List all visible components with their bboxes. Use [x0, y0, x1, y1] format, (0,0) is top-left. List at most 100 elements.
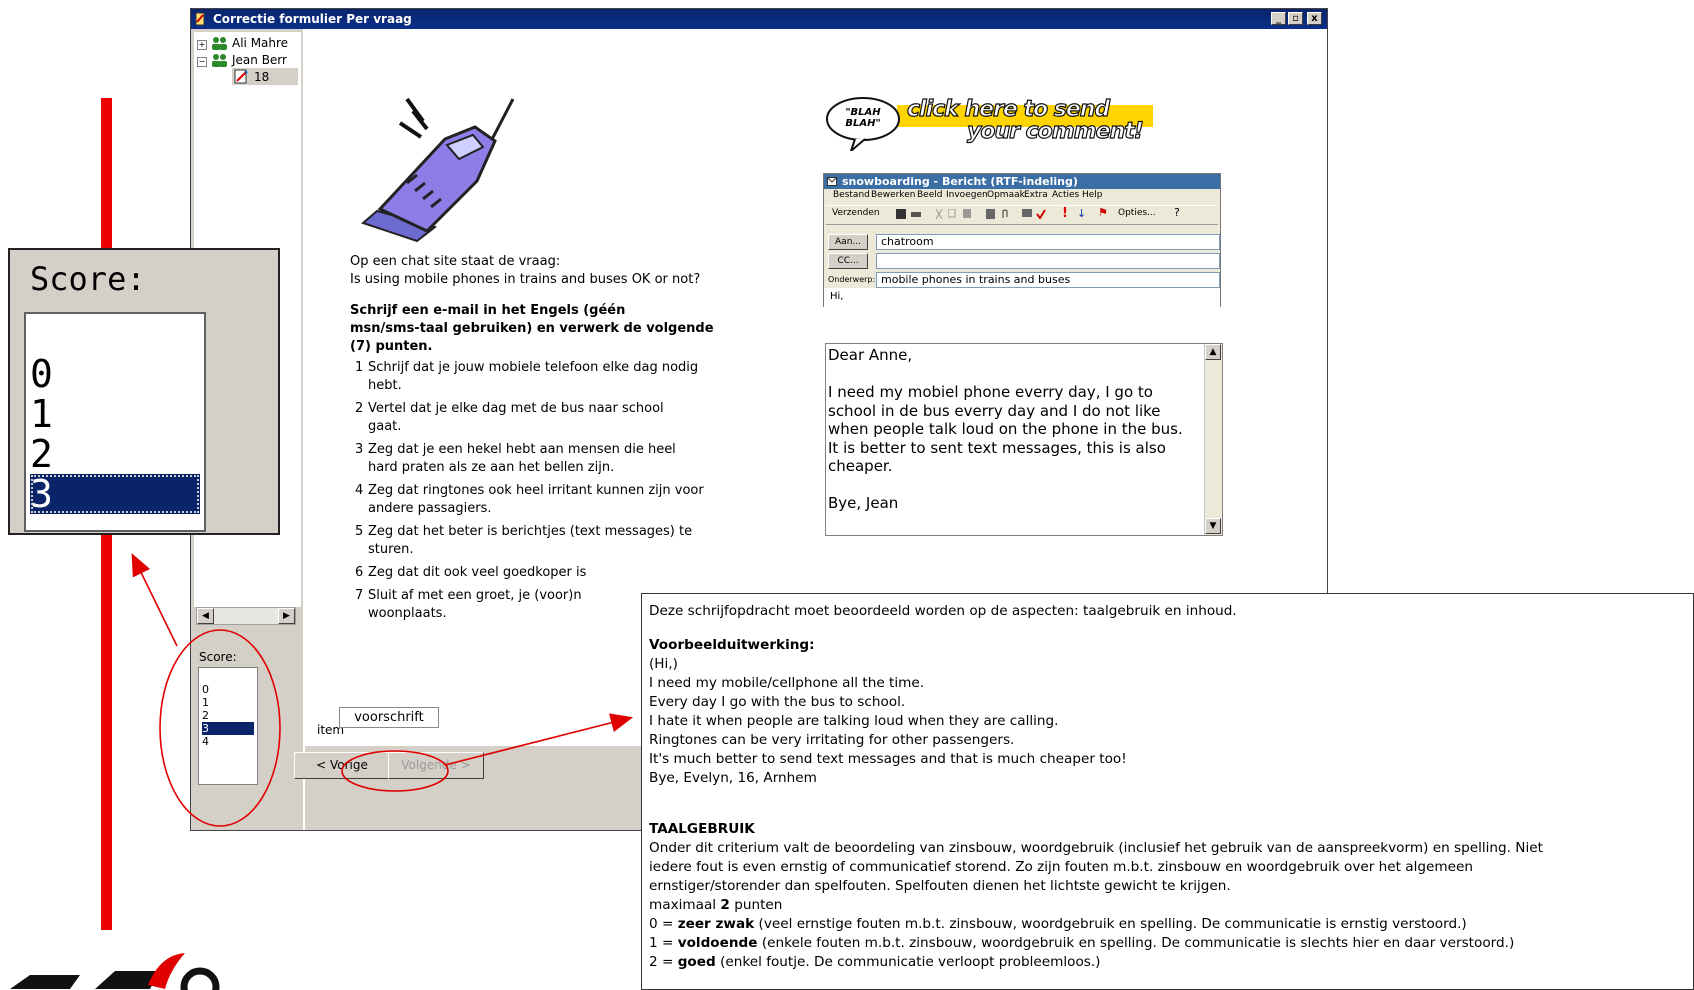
score-criterion-2: 2 = goed (enkel foutje. De communicatie … — [649, 954, 1101, 970]
zoomed-score-option-1[interactable]: 1 — [30, 394, 200, 434]
cut-icon[interactable] — [934, 209, 944, 219]
zoomed-score-option-3-selected[interactable]: 3 — [30, 474, 200, 514]
menu-bestand[interactable]: Bestand — [833, 190, 870, 200]
help-icon[interactable]: ? — [1174, 206, 1180, 219]
point-text: andere passagiers. — [368, 501, 492, 516]
menu-opmaak[interactable]: Opmaak — [987, 190, 1025, 200]
max-points-line: maximaal 2 punten — [649, 897, 783, 913]
cc-field[interactable] — [876, 253, 1220, 269]
users-icon — [212, 54, 227, 67]
to-button[interactable]: Aan... — [828, 234, 868, 250]
point-number: 3 — [355, 442, 364, 457]
close-button[interactable]: x — [1307, 12, 1322, 25]
point-text: Zeg dat ringtones ook heel irritant kunn… — [368, 483, 704, 498]
point-number: 5 — [355, 524, 364, 539]
point-number: 4 — [355, 483, 364, 498]
scroll-left-icon[interactable]: ◀ — [197, 608, 214, 624]
instruction-3: (7) punten. — [350, 339, 433, 354]
criteria-line: iedere fout is even ernstig of communica… — [649, 859, 1473, 875]
collapse-icon[interactable]: − — [197, 57, 207, 67]
zoomed-score-option-2[interactable]: 2 — [30, 434, 200, 474]
importance-low-icon[interactable]: ↓ — [1077, 207, 1086, 220]
score-option-1[interactable]: 1 — [202, 696, 254, 709]
previous-button[interactable]: < Vorige — [294, 752, 390, 779]
spelling-icon[interactable] — [1036, 209, 1046, 219]
scroll-right-icon[interactable]: ▶ — [278, 608, 295, 624]
mobile-phone-illustration — [361, 97, 515, 243]
scroll-up-icon[interactable]: ▲ — [1205, 344, 1221, 360]
score-option-0[interactable]: 0 — [202, 683, 254, 696]
point-text: Vertel dat je elke dag met de bus naar s… — [368, 401, 664, 416]
email-window: snowboarding - Bericht (RTF-indeling) Be… — [823, 173, 1221, 308]
score-label: Score: — [199, 650, 237, 664]
menu-help[interactable]: Help — [1082, 190, 1103, 200]
send-button[interactable]: Verzenden — [832, 208, 880, 218]
subject-field[interactable]: mobile phones in trains and buses — [876, 272, 1220, 288]
subject-label: Onderwerp: — [828, 275, 876, 284]
scroll-down-icon[interactable]: ▼ — [1205, 518, 1221, 534]
point-text: gaat. — [368, 419, 402, 434]
attach-icon[interactable] — [1000, 209, 1010, 219]
menu-invoegen[interactable]: Invoegen — [946, 190, 988, 200]
menu-beeld[interactable]: Beeld — [917, 190, 942, 200]
address-book-icon[interactable] — [986, 209, 996, 219]
print-icon[interactable] — [911, 209, 921, 219]
paste-icon[interactable] — [963, 209, 973, 219]
score-option-4[interactable]: 4 — [202, 735, 254, 748]
options-button[interactable]: Opties... — [1118, 208, 1156, 218]
point-text: hard praten als ze aan het bellen zijn. — [368, 460, 615, 475]
form-edit-icon — [234, 69, 248, 84]
email-title: snowboarding - Bericht (RTF-indeling) — [842, 175, 1078, 188]
menu-extra[interactable]: Extra — [1024, 190, 1048, 200]
point-text: sturen. — [368, 542, 414, 557]
speech-bubble-text: "BLAH BLAH" — [845, 107, 881, 129]
flag-icon[interactable]: ⚑ — [1098, 206, 1108, 219]
point-text: Zeg dat je een hekel hebt aan mensen die… — [368, 442, 676, 457]
expand-icon[interactable]: + — [197, 40, 207, 50]
student-answer-box[interactable]: Dear Anne, I need my mobiel phone everry… — [825, 343, 1223, 536]
question-intro-2: Is using mobile phones in trains and bus… — [350, 272, 701, 287]
check-names-icon[interactable] — [1022, 209, 1032, 219]
voorbeeld-heading: Voorbeelduitwerking: — [649, 637, 815, 653]
zoomed-score-listbox[interactable]: 0 1 2 3 — [24, 312, 206, 532]
point-number: 1 — [355, 360, 364, 375]
criteria-line: ernstiger/storender dan spelfouten. Spel… — [649, 878, 1231, 894]
cc-button[interactable]: CC... — [828, 253, 868, 269]
next-button[interactable]: Volgende > — [388, 752, 484, 779]
score-annotation-arrow — [131, 553, 178, 647]
example-line: I need my mobile/cellphone all the time. — [649, 675, 925, 691]
to-field[interactable]: chatroom — [876, 234, 1220, 250]
point-text: Sluit af met een groet, je (voor)n — [368, 588, 582, 603]
instruction-2: msn/sms-taal gebruiken) en verwerk de vo… — [350, 321, 714, 336]
tree-item-jean[interactable]: Jean Berr — [232, 53, 287, 67]
banner-line-2: your comment! — [966, 118, 1144, 144]
copy-icon[interactable] — [948, 209, 958, 219]
menu-acties[interactable]: Acties — [1052, 190, 1079, 200]
menu-bewerken[interactable]: Bewerken — [871, 190, 915, 200]
zoomed-score-label: Score: — [30, 260, 146, 298]
tree-item-ali[interactable]: Ali Mahre — [232, 36, 288, 50]
vertical-scrollbar[interactable]: ▲ ▼ — [1204, 344, 1222, 535]
score-criterion-0: 0 = zeer zwak (veel ernstige fouten m.b.… — [649, 916, 1467, 932]
app-icon — [195, 12, 205, 26]
example-line: Ringtones can be very irritating for oth… — [649, 732, 1015, 748]
send-comment-banner[interactable]: "BLAH BLAH" click here to send your comm… — [825, 95, 1155, 155]
restore-button[interactable]: ▫ — [1288, 12, 1303, 25]
example-line: It's much better to send text messages a… — [649, 751, 1127, 767]
score-criterion-1: 1 = voldoende (enkele fouten m.b.t. zins… — [649, 935, 1515, 951]
save-icon[interactable] — [896, 209, 906, 219]
score-listbox[interactable]: 0 1 2 3 4 — [198, 667, 258, 785]
importance-high-icon[interactable]: ! — [1062, 206, 1068, 221]
tab-voorschrift[interactable]: voorschrift — [339, 707, 439, 728]
score-option-2[interactable]: 2 — [202, 709, 254, 722]
email-title-bar: snowboarding - Bericht (RTF-indeling) — [824, 174, 1220, 189]
point-text: Zeg dat het beter is berichtjes (text me… — [368, 524, 693, 539]
horizontal-scrollbar[interactable]: ◀ ▶ — [196, 607, 296, 625]
minimize-button[interactable]: _ — [1271, 12, 1286, 25]
point-text: hebt. — [368, 378, 402, 393]
email-toolbar: Verzenden ! ↓ ⚑ Opties... ? — [826, 205, 1218, 225]
email-body[interactable]: Hi, — [824, 288, 1220, 308]
zoomed-score-option-0[interactable]: 0 — [30, 354, 200, 394]
tree-item-18[interactable]: 18 — [254, 70, 269, 84]
score-option-3-selected[interactable]: 3 — [202, 722, 254, 735]
